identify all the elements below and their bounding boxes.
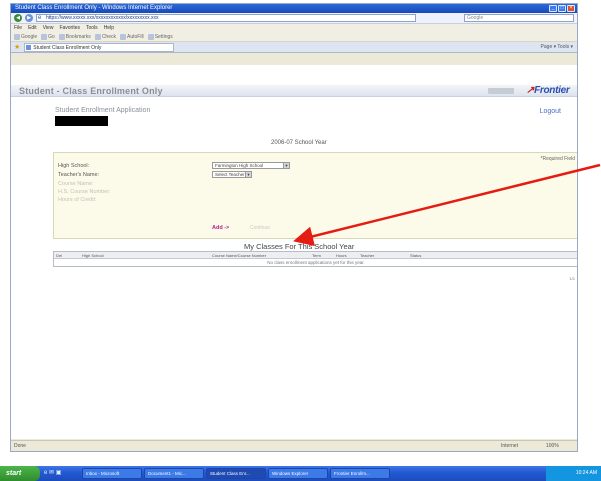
- label-high-school: High School:: [58, 163, 90, 169]
- toolbar-check[interactable]: Check: [94, 33, 116, 40]
- menu-tools[interactable]: Tools: [86, 24, 98, 32]
- taskbar: start e ✉ ▣ Inbox - Microsoft Document1 …: [0, 466, 601, 481]
- continue-button[interactable]: Continue: [250, 225, 278, 232]
- back-button[interactable]: ◀: [14, 14, 22, 22]
- frontier-logo: ↗Frontier: [526, 85, 570, 96]
- start-button[interactable]: start: [0, 466, 40, 481]
- address-bar-row: ◀ ▶ e https://www.xxxxx.xxx/xxxxxxxxxxxx…: [11, 13, 577, 24]
- required-note: *Required Field: [540, 156, 575, 162]
- logout-link[interactable]: Logout: [540, 108, 561, 115]
- toolbar-go[interactable]: Go: [41, 33, 55, 40]
- classes-table: Del High School Course Name/Course Numbe…: [53, 251, 577, 267]
- chevron-down-icon: ▼: [245, 172, 251, 177]
- page-header-title: Student - Class Enrollment Only: [19, 86, 163, 96]
- menu-help[interactable]: Help: [104, 24, 114, 32]
- google-toolbar: Google Go Bookmarks Check AutoFill Setti…: [11, 32, 577, 42]
- desktop-icon[interactable]: ▣: [56, 470, 62, 476]
- favorites-star-icon[interactable]: ★: [14, 43, 20, 51]
- google-icon: [14, 33, 20, 40]
- header-button[interactable]: [488, 88, 514, 94]
- status-text: Done: [14, 443, 26, 449]
- taskbar-item[interactable]: Student Class Enr...: [206, 468, 266, 479]
- settings-icon: [147, 33, 154, 40]
- go-icon: [41, 33, 48, 40]
- my-classes-title: My Classes For This School Year: [244, 242, 355, 251]
- address-field[interactable]: e https://www.xxxxx.xxx/xxxxxxxxxxxx/xxx…: [36, 14, 416, 22]
- quick-launch: e ✉ ▣: [40, 466, 80, 481]
- label-teacher-name: Teacher's Name:: [58, 172, 100, 178]
- taskbar-item[interactable]: Document1 - Mic...: [144, 468, 204, 479]
- taskbar-item[interactable]: Windows Explorer: [268, 468, 328, 479]
- tab-current[interactable]: Student Class Enrollment Only: [24, 42, 175, 52]
- toolbar-bookmarks[interactable]: Bookmarks: [58, 33, 91, 40]
- add-button[interactable]: Add ->: [212, 225, 229, 231]
- check-icon: [94, 33, 101, 40]
- search-input[interactable]: Google: [464, 14, 574, 22]
- taskbar-item[interactable]: Frontier Enrollm...: [330, 468, 390, 479]
- star-icon: [58, 33, 65, 40]
- label-course-name: Course Name:: [58, 181, 94, 187]
- col-term: Term: [312, 253, 321, 258]
- menu-bar: File Edit View Favorites Tools Help: [11, 24, 577, 32]
- enrollment-form: *Required Field High School: Farmington …: [53, 152, 577, 239]
- col-hours: Hours: [336, 253, 347, 258]
- system-tray-clock: 10:24 AM: [546, 466, 601, 481]
- toolbar-autofill[interactable]: AutoFill: [120, 33, 144, 40]
- window-title: Student Class Enrollment Only - Windows …: [15, 5, 173, 11]
- address-text: https://www.xxxxx.xxx/xxxxxxxxxxxx/xxxxx…: [46, 15, 159, 21]
- empty-message: No class enrollment applications yet for…: [267, 260, 365, 265]
- forward-button[interactable]: ▶: [25, 14, 33, 22]
- page-header: Student - Class Enrollment Only: [11, 85, 577, 97]
- page-icon: [26, 44, 32, 50]
- logo-swoosh-icon: ↗: [526, 85, 535, 96]
- toolbar-settings[interactable]: Settings: [147, 33, 173, 40]
- web-page: Student - Class Enrollment Only ↗Frontie…: [11, 65, 577, 439]
- col-teacher: Teacher: [360, 253, 375, 258]
- close-button[interactable]: ×: [567, 5, 575, 12]
- title-bar: Student Class Enrollment Only - Windows …: [11, 4, 577, 13]
- table-header: Del High School Course Name/Course Numbe…: [54, 252, 577, 259]
- col-del: Del: [56, 253, 63, 258]
- zone-indicator: Internet: [501, 443, 518, 449]
- minimize-button[interactable]: _: [549, 5, 557, 12]
- menu-view[interactable]: View: [43, 24, 54, 32]
- status-bar: Done Internet 100%: [11, 440, 577, 451]
- browser-window: Student Class Enrollment Only - Windows …: [10, 3, 578, 452]
- toolbar-google[interactable]: Google: [14, 33, 37, 40]
- taskbar-item[interactable]: Inbox - Microsoft: [82, 468, 142, 479]
- label-hours-credit: Hours of Credit:: [58, 197, 97, 203]
- col-status: Status: [410, 253, 422, 258]
- col-course: Course Name/Course Number: [212, 253, 267, 258]
- app-title: Student Enrollment Application: [55, 107, 151, 114]
- menu-edit[interactable]: Edit: [28, 24, 37, 32]
- redacted-username: [55, 116, 108, 126]
- page-count: 1/1: [569, 276, 575, 281]
- high-school-select[interactable]: Farmington High School ▼: [212, 162, 290, 169]
- autofill-icon: [120, 33, 126, 40]
- teacher-select[interactable]: Select Teacher ▼: [212, 171, 252, 178]
- school-year-title: 2006-07 School Year: [271, 140, 327, 146]
- tab-bar: ★ Student Class Enrollment Only Page ▾ T…: [11, 42, 577, 53]
- window-controls: _ □ ×: [549, 5, 575, 12]
- chevron-down-icon: ▼: [283, 163, 289, 168]
- ie-icon[interactable]: e: [44, 470, 47, 476]
- maximize-button[interactable]: □: [558, 5, 566, 12]
- ie-page-icon: e: [38, 15, 42, 21]
- menu-file[interactable]: File: [14, 24, 22, 32]
- zoom-control[interactable]: 100%: [546, 441, 559, 451]
- label-course-number: H.S. Course Number:: [58, 189, 111, 195]
- col-high-school: High School: [82, 253, 104, 258]
- menu-favorites[interactable]: Favorites: [59, 24, 80, 32]
- page-tools-menu[interactable]: Page ▾ Tools ▾: [541, 44, 577, 50]
- outlook-icon[interactable]: ✉: [49, 470, 54, 476]
